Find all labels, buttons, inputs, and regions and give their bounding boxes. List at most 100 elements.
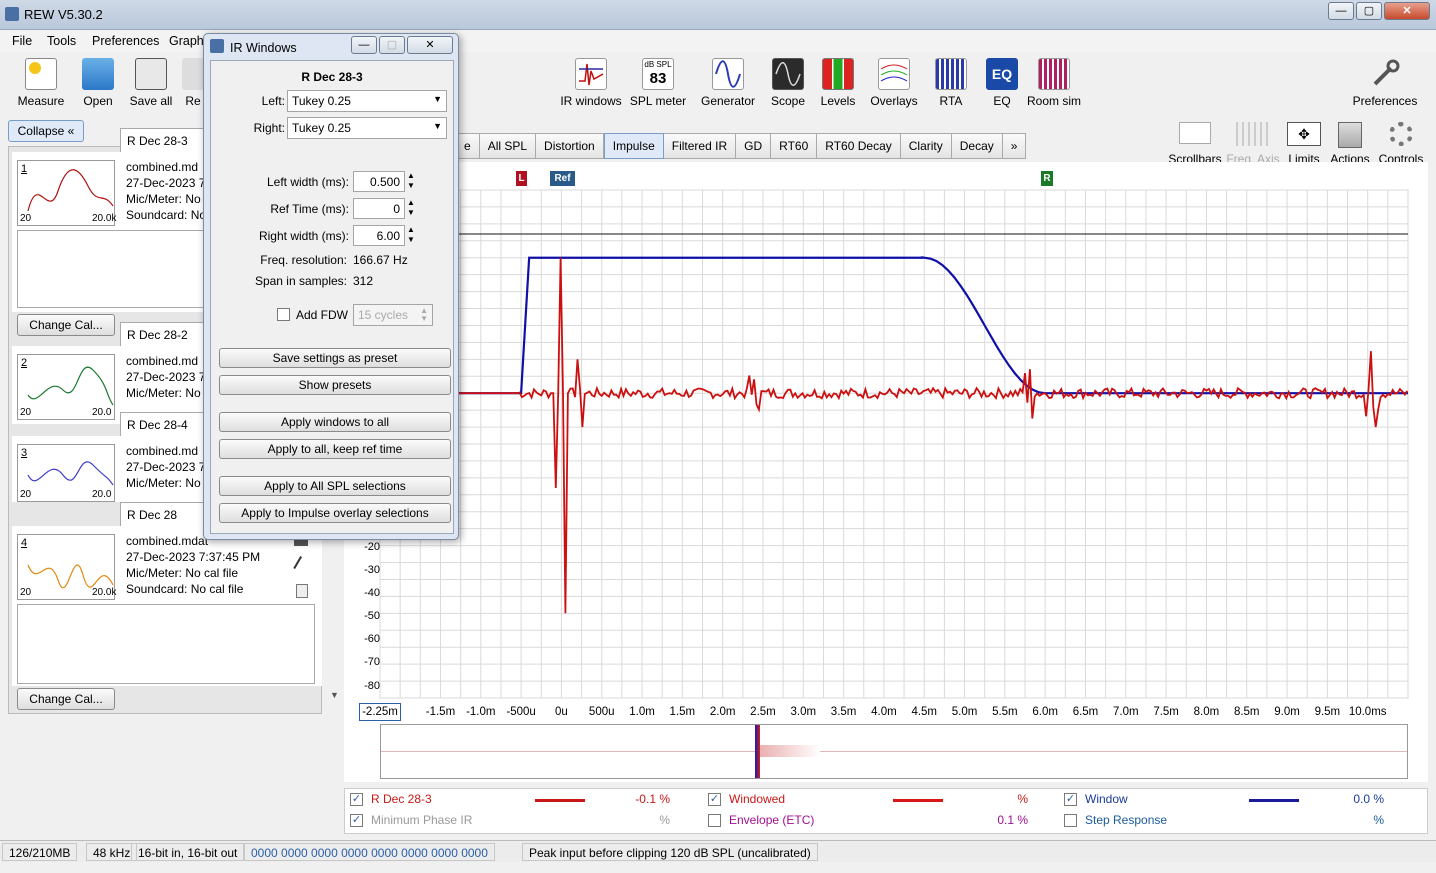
measurement-name-tab[interactable]: R Dec 28-2 xyxy=(120,322,210,346)
x-axis-start-input[interactable]: -2.25m xyxy=(359,703,401,721)
left-window-select[interactable]: Tukey 0.25 ▼ xyxy=(287,90,447,112)
legend-checkbox[interactable] xyxy=(708,814,721,827)
measurement-card[interactable]: 4 20 20.0k combined.mdat 27-Dec-2023 7:3… xyxy=(12,526,322,686)
rta-button[interactable]: RTA xyxy=(930,58,972,108)
levels-button[interactable]: Levels xyxy=(816,58,860,108)
overlays-icon xyxy=(878,58,910,90)
tab-decay[interactable]: Decay xyxy=(951,133,1003,159)
collapse-button[interactable]: Collapse « xyxy=(8,120,84,142)
remove-button[interactable]: Re xyxy=(182,58,204,108)
ref-time-input[interactable]: 0 xyxy=(353,198,405,219)
thumb-axis-min: 20 xyxy=(20,213,32,224)
tab-gd[interactable]: GD xyxy=(736,133,772,159)
y-tick-label: -30 xyxy=(364,564,380,576)
apply-impulse-overlay-button[interactable]: Apply to Impulse overlay selections xyxy=(219,503,451,523)
measurement-date: 27-Dec-2023 7:37:45 PM xyxy=(126,550,261,564)
change-cal-button[interactable]: Change Cal... xyxy=(17,688,115,710)
save-all-button[interactable]: Save all xyxy=(126,58,176,108)
measurement-mic: Mic/Meter: No xyxy=(126,476,201,490)
add-fdw-checkbox[interactable] xyxy=(277,308,290,321)
limits-icon: ✥ xyxy=(1287,122,1321,146)
tab-all-spl[interactable]: All SPL xyxy=(479,133,537,159)
dialog-minimize-button[interactable]: — xyxy=(351,36,377,54)
save-preset-button[interactable]: Save settings as preset xyxy=(219,348,451,368)
tab-filtered-ir[interactable]: Filtered IR xyxy=(663,133,737,159)
tab-rt60[interactable]: RT60 xyxy=(771,133,818,159)
ref-time-spinner[interactable]: ▲ ▼ xyxy=(407,198,415,218)
generator-button[interactable]: Generator xyxy=(698,58,758,108)
tab-distortion[interactable]: Distortion xyxy=(536,133,604,159)
y-tick-label: -60 xyxy=(364,633,380,645)
scrollbars-button[interactable]: Scrollbars xyxy=(1166,122,1224,166)
legend-checkbox[interactable] xyxy=(1064,814,1077,827)
apply-windows-all-button[interactable]: Apply windows to all xyxy=(219,412,451,432)
right-width-input[interactable]: 6.00 xyxy=(353,225,405,246)
scope-label: Scope xyxy=(770,94,806,108)
measurement-card[interactable]: 3 20 20.0 combined.md 27-Dec-2023 7 Mic/… xyxy=(12,436,212,502)
scope-button[interactable]: Scope xyxy=(766,58,810,108)
fdw-cycles-input: 15 cycles ▲ ▼ xyxy=(353,304,433,326)
controls-button[interactable]: Controls xyxy=(1376,122,1426,166)
collapse-label: Collapse xyxy=(17,124,65,138)
legend-checkbox[interactable]: ✓ xyxy=(1064,793,1077,806)
eq-icon: EQ xyxy=(986,58,1018,90)
eq-button[interactable]: EQ EQ xyxy=(982,58,1022,108)
menu-tools[interactable]: Tools xyxy=(47,34,76,48)
menu-preferences[interactable]: Preferences xyxy=(92,34,159,48)
overlays-button[interactable]: Overlays xyxy=(868,58,920,108)
measurement-soundcard: Soundcard: No xyxy=(126,208,204,222)
measurement-name: R Dec 28-3 xyxy=(127,134,188,148)
legend-checkbox[interactable]: ✓ xyxy=(350,814,363,827)
legend-line-swatch xyxy=(1249,799,1299,802)
input-levels-status: 0000 0000 0000 0000 0000 0000 0000 0000 xyxy=(244,843,495,861)
minimize-button[interactable]: — xyxy=(1328,2,1354,20)
close-button[interactable]: ✕ xyxy=(1384,2,1430,20)
spl-meter-button[interactable]: dB SPL 83 SPL meter xyxy=(628,58,688,108)
measurement-name-tab[interactable]: R Dec 28-4 xyxy=(120,412,210,436)
apply-all-spl-button[interactable]: Apply to All SPL selections xyxy=(219,476,451,496)
right-width-spinner[interactable]: ▲ ▼ xyxy=(407,225,415,245)
limits-button[interactable]: ✥ Limits xyxy=(1284,122,1324,166)
measurement-name-tab[interactable]: R Dec 28-3 xyxy=(120,128,210,152)
menu-graph[interactable]: Graph xyxy=(169,34,204,48)
dialog-app-icon xyxy=(210,39,224,53)
bit-depth-status: 16-bit in, 16-bit out xyxy=(131,843,245,861)
y-tick-label: -80 xyxy=(364,680,380,692)
spl-badge-value: 83 xyxy=(649,70,667,87)
notes-icon[interactable] xyxy=(296,584,308,598)
room-sim-button[interactable]: Room sim xyxy=(1024,58,1084,108)
preferences-button[interactable]: Preferences xyxy=(1350,58,1420,108)
legend-checkbox[interactable]: ✓ xyxy=(708,793,721,806)
x-tick-label: 10.0ms xyxy=(1348,706,1387,718)
dialog-close-button[interactable]: ✕ xyxy=(407,36,453,54)
legend-checkbox[interactable]: ✓ xyxy=(350,793,363,806)
tab-rt60-decay[interactable]: RT60 Decay xyxy=(817,133,901,159)
overview-strip[interactable] xyxy=(380,724,1408,779)
left-window-value: Tukey 0.25 xyxy=(292,94,351,108)
apply-all-keep-ref-button[interactable]: Apply to all, keep ref time xyxy=(219,439,451,459)
ref-time-marker[interactable]: Ref xyxy=(550,171,575,186)
measure-button[interactable]: Measure xyxy=(14,58,68,108)
edit-pencil-icon[interactable] xyxy=(293,555,311,575)
ir-windows-button[interactable]: IR windows xyxy=(560,58,622,108)
show-presets-button[interactable]: Show presets xyxy=(219,375,451,395)
impulse-chart[interactable] xyxy=(344,162,1428,782)
left-window-marker[interactable]: L xyxy=(516,171,527,186)
tab-clarity[interactable]: Clarity xyxy=(900,133,952,159)
right-window-marker[interactable]: R xyxy=(1041,171,1053,186)
legend-value: % xyxy=(1017,792,1028,806)
change-cal-button[interactable]: Change Cal... xyxy=(17,314,115,336)
tabs-more-button[interactable]: » xyxy=(1002,133,1027,159)
measurement-notes[interactable] xyxy=(17,604,315,684)
open-button[interactable]: Open xyxy=(76,58,120,108)
menu-file[interactable]: File xyxy=(12,34,32,48)
measurement-name-tab[interactable]: R Dec 28 xyxy=(120,502,210,526)
tab-impulse[interactable]: Impulse xyxy=(603,133,664,159)
right-window-select[interactable]: Tukey 0.25 ▼ xyxy=(287,117,447,139)
collapse-chevron-icon: « xyxy=(67,124,75,138)
left-width-spinner[interactable]: ▲ ▼ xyxy=(407,171,415,191)
actions-button[interactable]: Actions xyxy=(1328,122,1372,166)
maximize-button[interactable]: ▢ xyxy=(1356,2,1382,20)
rta-label: RTA xyxy=(939,94,963,108)
left-width-input[interactable]: 0.500 xyxy=(353,171,405,192)
